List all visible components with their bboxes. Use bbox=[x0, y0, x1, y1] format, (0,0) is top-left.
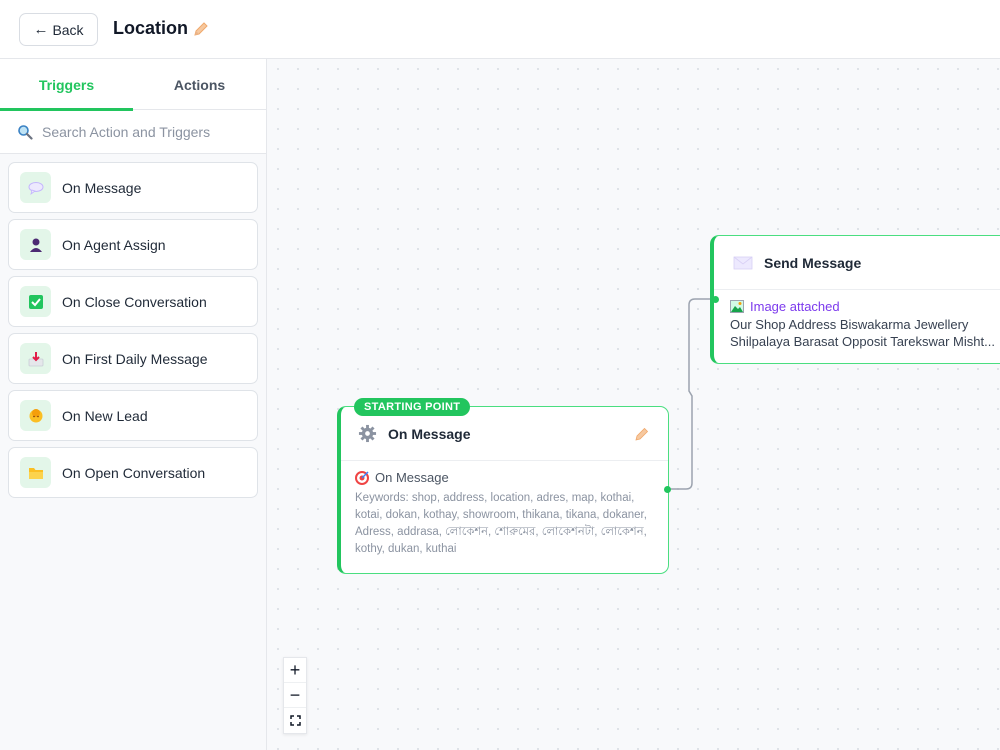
gear-icon bbox=[358, 424, 377, 443]
image-icon bbox=[730, 300, 744, 313]
target-icon bbox=[355, 470, 369, 485]
message-line: Our Shop Address Biswakarma Jewellery bbox=[730, 317, 969, 332]
envelope-icon bbox=[733, 256, 753, 269]
node-trigger: On Message bbox=[355, 470, 654, 485]
node-body: Image attached Our Shop Address Biswakar… bbox=[714, 290, 1000, 350]
output-port[interactable] bbox=[664, 486, 671, 493]
fit-view-button[interactable] bbox=[284, 708, 306, 733]
zoom-controls: + − bbox=[283, 657, 307, 734]
start-node[interactable]: On Message On Message Keywords: shop, ad… bbox=[337, 406, 669, 574]
node-connector bbox=[667, 298, 715, 490]
pencil-icon[interactable] bbox=[634, 426, 650, 442]
attachment-label: Image attached bbox=[750, 299, 840, 314]
node-body: On Message Keywords: shop, address, loca… bbox=[341, 461, 668, 558]
node-header: Send Message bbox=[714, 236, 1000, 290]
node-title: On Message bbox=[388, 425, 471, 442]
trigger-name: On Message bbox=[375, 470, 449, 485]
fit-view-icon bbox=[289, 715, 301, 726]
zoom-in-button[interactable]: + bbox=[284, 658, 306, 683]
attachment-row: Image attached bbox=[730, 299, 995, 314]
node-title: Send Message bbox=[764, 254, 862, 271]
input-port[interactable] bbox=[712, 296, 719, 303]
message-line: Shilpalaya Barasat Opposit Tarekswar Mis… bbox=[730, 334, 995, 349]
send-message-node[interactable]: Send Message Image attached Our Shop Add… bbox=[710, 235, 1000, 364]
zoom-out-button[interactable]: − bbox=[284, 683, 306, 708]
keywords-text: Keywords: shop, address, location, adres… bbox=[355, 492, 647, 555]
starting-point-badge: STARTING POINT bbox=[354, 398, 471, 416]
